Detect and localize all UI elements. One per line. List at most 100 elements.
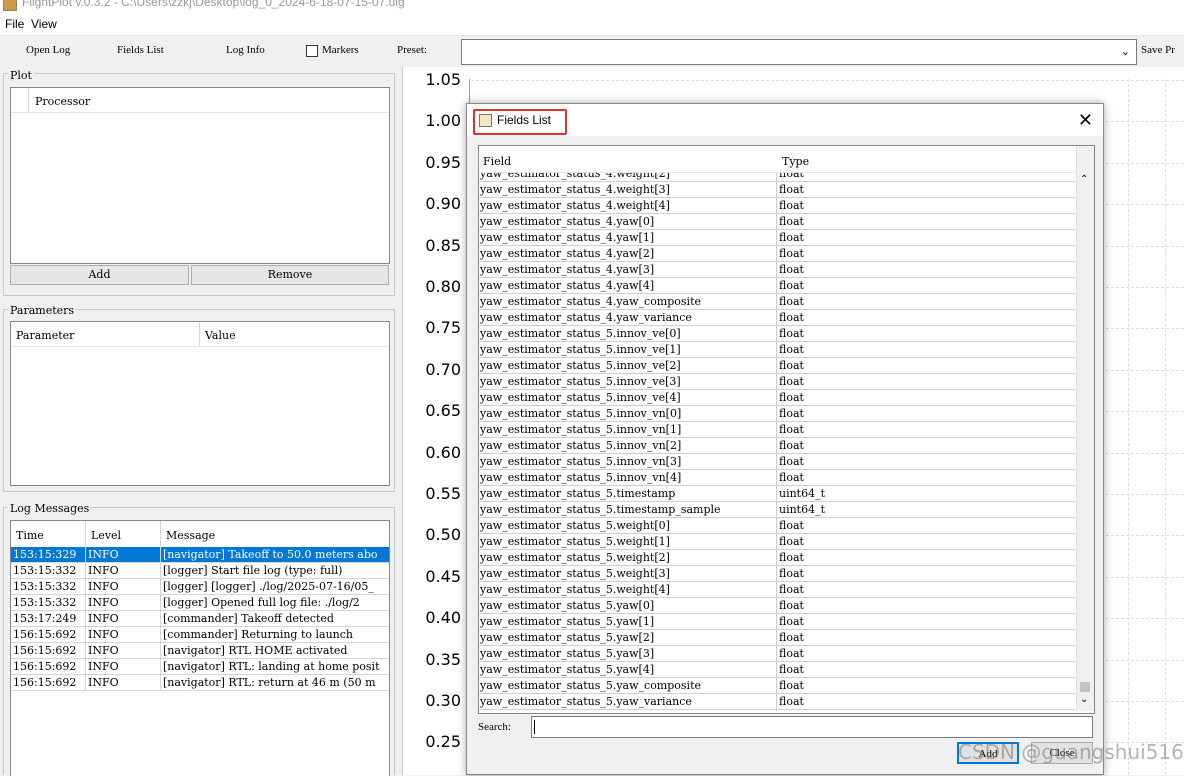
table-row[interactable]: yaw_estimator_status_5.yaw[0] float: [479, 598, 1075, 614]
table-row[interactable]: yaw_estimator_status_5.weight[3] float: [479, 566, 1075, 582]
log-time: 153:17:249: [13, 612, 77, 625]
table-row[interactable]: yaw_estimator_status_5.weight[2] float: [479, 550, 1075, 566]
field-type: float: [779, 551, 804, 564]
fields-table-header: Field Type: [479, 146, 1075, 173]
y-tick-label: 0.60: [425, 442, 461, 462]
field-name: yaw_estimator_status_4.yaw[4]: [480, 279, 655, 292]
table-row[interactable]: yaw_estimator_status_5.innov_vn[2] float: [479, 438, 1075, 454]
field-name: yaw_estimator_status_5.weight[3]: [480, 567, 670, 580]
table-row[interactable]: yaw_estimator_status_5.innov_ve[2] float: [479, 358, 1075, 374]
field-name: yaw_estimator_status_5.innov_vn[1]: [480, 423, 682, 436]
vertical-scrollbar[interactable]: ⌃ ⌄: [1076, 146, 1094, 711]
field-column-header[interactable]: Field: [483, 155, 511, 168]
log-level: INFO: [88, 596, 119, 609]
fields-list-button[interactable]: Fields List: [117, 44, 164, 56]
menu-view[interactable]: View: [31, 17, 57, 31]
table-row[interactable]: yaw_estimator_status_5.innov_vn[0] float: [479, 406, 1075, 422]
remove-processor-button[interactable]: Remove: [191, 265, 389, 285]
table-row[interactable]: yaw_estimator_status_5.innov_vn[1] float: [479, 422, 1075, 438]
grid-line: [1128, 79, 1129, 775]
log-info-button[interactable]: Log Info: [226, 44, 265, 56]
fields-table[interactable]: yaw_estimator_status_4.weight[2] float yaw…: [478, 145, 1095, 714]
log-time: 156:15:692: [13, 644, 77, 657]
search-input[interactable]: [531, 716, 1093, 738]
field-type: float: [779, 663, 804, 676]
table-row[interactable]: 156:15:692 INFO [navigator] RTL: return at…: [11, 675, 389, 691]
table-row[interactable]: yaw_estimator_status_4.yaw_composite floa…: [479, 294, 1075, 310]
table-row[interactable]: yaw_estimator_status_5.weight[4] float: [479, 582, 1075, 598]
scroll-down-icon[interactable]: ⌄: [1080, 694, 1088, 705]
table-row[interactable]: yaw_estimator_status_4.yaw[1] float: [479, 230, 1075, 246]
menu-file[interactable]: File: [5, 17, 24, 31]
log-message: [navigator] RTL HOME activated: [163, 644, 348, 657]
message-column-header[interactable]: Message: [166, 529, 215, 542]
table-row[interactable]: yaw_estimator_status_5.yaw[1] float: [479, 614, 1075, 630]
table-row[interactable]: 156:15:692 INFO [navigator] RTL: landing a…: [11, 659, 389, 675]
table-row[interactable]: yaw_estimator_status_5.timestamp_sample u…: [479, 502, 1075, 518]
log-time: 156:15:692: [13, 628, 77, 641]
y-tick-label: 0.40: [425, 608, 461, 628]
table-row[interactable]: 156:15:692 INFO [navigator] RTL HOME activ…: [11, 643, 389, 659]
table-row[interactable]: 153:15:332 INFO [logger] Opened full log f…: [11, 595, 389, 611]
field-type: float: [779, 439, 804, 452]
parameter-column-header[interactable]: Parameter: [16, 329, 74, 342]
field-name: yaw_estimator_status_5.innov_ve[1]: [480, 343, 681, 356]
add-processor-button[interactable]: Add: [10, 265, 189, 285]
table-row[interactable]: yaw_estimator_status_4.weight[4] float: [479, 198, 1075, 214]
parameters-panel-title: Parameters: [8, 304, 77, 317]
table-row[interactable]: yaw_estimator_status_5.yaw[2] float: [479, 630, 1075, 646]
table-row[interactable]: yaw_estimator_status_5.innov_vn[4] float: [479, 470, 1075, 486]
table-row[interactable]: yaw_estimator_status_4.yaw_variance float: [479, 310, 1075, 326]
field-type: float: [779, 327, 804, 340]
table-row[interactable]: yaw_estimator_status_4.yaw[3] float: [479, 262, 1075, 278]
field-type: float: [779, 615, 804, 628]
table-row[interactable]: yaw_estimator_status_5.yaw[4] float: [479, 662, 1075, 678]
processor-column-header[interactable]: Processor: [35, 95, 90, 108]
type-column-header[interactable]: Type: [782, 155, 809, 168]
table-row[interactable]: 156:15:692 INFO [commander] Returning to l…: [11, 627, 389, 643]
scroll-up-icon[interactable]: ⌃: [1080, 174, 1088, 185]
y-tick-label: 0.85: [425, 235, 461, 255]
table-row[interactable]: yaw_estimator_status_5.yaw[3] float: [479, 646, 1075, 662]
table-row[interactable]: yaw_estimator_status_5.innov_ve[3] float: [479, 374, 1075, 390]
open-log-button[interactable]: Open Log: [26, 44, 70, 56]
log-message: [logger] [logger] ./log/2025-07-16/05_: [163, 580, 374, 593]
log-messages-table[interactable]: Time Level Message 153:15:329 INFO [naviga…: [10, 520, 390, 776]
table-row[interactable]: yaw_estimator_status_5.weight[1] float: [479, 534, 1075, 550]
table-row[interactable]: yaw_estimator_status_5.timestamp uint64_t: [479, 486, 1075, 502]
field-name: yaw_estimator_status_4.yaw[0]: [480, 215, 655, 228]
table-row[interactable]: yaw_estimator_status_5.innov_ve[0] float: [479, 326, 1075, 342]
table-row[interactable]: 153:15:332 INFO [logger] [logger] ./log/20…: [11, 579, 389, 595]
table-row[interactable]: yaw_estimator_status_4.yaw[0] float: [479, 214, 1075, 230]
markers-checkbox[interactable]: [306, 45, 318, 57]
table-row[interactable]: yaw_estimator_status_4.yaw[2] float: [479, 246, 1075, 262]
field-type: float: [779, 343, 804, 356]
scroll-thumb[interactable]: [1080, 682, 1090, 692]
log-level: INFO: [88, 676, 119, 689]
field-type: float: [779, 407, 804, 420]
log-time: 153:15:329: [13, 548, 77, 561]
table-row[interactable]: yaw_estimator_status_4.weight[3] float: [479, 182, 1075, 198]
level-column-header[interactable]: Level: [91, 529, 121, 542]
save-preset-button[interactable]: Save Pr: [1141, 44, 1175, 56]
table-row[interactable]: yaw_estimator_status_5.innov_ve[1] float: [479, 342, 1075, 358]
table-row[interactable]: yaw_estimator_status_5.yaw_variance float: [479, 694, 1075, 710]
table-row[interactable]: yaw_estimator_status_5.yaw_composite floa…: [479, 678, 1075, 694]
table-row[interactable]: 153:17:249 INFO [commander] Takeoff detect…: [11, 611, 389, 627]
chevron-down-icon[interactable]: ⌄: [1121, 45, 1130, 58]
table-row[interactable]: 153:15:332 INFO [logger] Start file log (t…: [11, 563, 389, 579]
field-name: yaw_estimator_status_5.yaw[2]: [480, 631, 655, 644]
value-column-header[interactable]: Value: [205, 329, 236, 342]
table-row[interactable]: yaw_estimator_status_5.weight[0] float: [479, 518, 1075, 534]
processor-list[interactable]: Processor: [10, 87, 390, 264]
preset-select[interactable]: ⌄: [461, 39, 1137, 65]
table-row[interactable]: yaw_estimator_status_4.yaw[4] float: [479, 278, 1075, 294]
table-row[interactable]: 153:15:329 INFO [navigator] Takeoff to 50.…: [11, 547, 389, 563]
y-tick-label: 0.30: [425, 691, 461, 710]
log-message: [navigator] RTL: landing at home posit: [163, 660, 380, 673]
close-icon[interactable]: ✕: [1078, 110, 1093, 131]
table-row[interactable]: yaw_estimator_status_5.innov_ve[4] float: [479, 390, 1075, 406]
table-row[interactable]: yaw_estimator_status_5.innov_vn[3] float: [479, 454, 1075, 470]
time-column-header[interactable]: Time: [16, 529, 44, 542]
parameters-table[interactable]: Parameter Value: [10, 321, 390, 486]
